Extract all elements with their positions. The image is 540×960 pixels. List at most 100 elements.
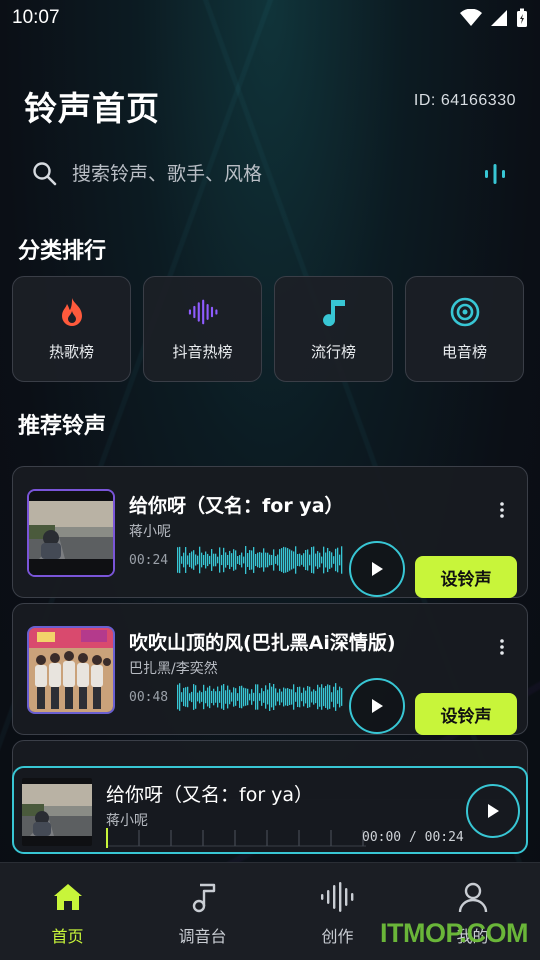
user-id: ID: 64166330 — [413, 92, 516, 109]
waveform-bar — [305, 690, 307, 704]
mini-player[interactable]: 给你呀（又名：for ya） 蒋小呢 00:00 / 00:24 — [12, 766, 528, 854]
signal-icon — [491, 10, 507, 26]
waveform-bar — [269, 554, 271, 566]
mini-play-button[interactable] — [466, 784, 520, 838]
waveform-bar — [321, 684, 323, 710]
waveform-bar — [233, 549, 235, 571]
waveform-bar — [203, 554, 205, 566]
waveform-bar — [285, 688, 287, 706]
waveform-bar — [261, 688, 263, 706]
waveform-bar — [233, 687, 235, 707]
set-ringtone-button[interactable]: 设铃声 — [415, 556, 517, 598]
waveform — [177, 683, 343, 711]
flame-icon — [57, 297, 87, 327]
waveform-bar — [251, 689, 253, 705]
waveform-bar — [195, 685, 197, 709]
waveform-bar — [323, 546, 325, 574]
waveform-bar — [315, 690, 317, 704]
progress-handle[interactable] — [106, 828, 108, 848]
song-cover — [27, 489, 115, 577]
waveform-bar — [311, 691, 313, 703]
set-ringtone-button[interactable]: 设铃声 — [415, 693, 517, 735]
waveform-bar — [341, 546, 343, 574]
nav-label: 调音台 — [178, 927, 227, 946]
waveform-bar — [229, 550, 231, 570]
music-note-icon — [185, 879, 221, 915]
waveform-bar — [247, 553, 249, 567]
page-title: 铃声首页 — [24, 89, 160, 128]
waveform-bar — [231, 692, 233, 702]
search-bar[interactable] — [18, 148, 522, 200]
waveform-bar — [303, 553, 305, 567]
waveform-bar — [219, 691, 221, 703]
category-douyin-hot[interactable]: 抖音热榜 — [143, 276, 262, 382]
waveform-bar — [189, 693, 191, 701]
waveform-bar — [325, 552, 327, 568]
search-input[interactable] — [72, 163, 452, 185]
song-duration: 00:24 — [129, 553, 169, 568]
category-label: 流行榜 — [310, 342, 356, 361]
song-card[interactable]: 吹吹山顶的风(巴扎黑Ai深情版) 巴扎黑/李奕然 00:48 设铃声 — [12, 603, 528, 735]
more-options-icon[interactable] — [499, 501, 505, 519]
waveform-bar — [315, 553, 317, 567]
waveform-bar — [325, 686, 327, 708]
waveform-bar — [271, 554, 273, 566]
category-pop[interactable]: 流行榜 — [274, 276, 393, 382]
waveform-bar — [277, 554, 279, 566]
waveform-bar — [211, 690, 213, 704]
nav-mixer[interactable]: 调音台 — [135, 863, 270, 960]
waveform-bar — [281, 548, 283, 572]
waveform-bar — [279, 688, 281, 706]
waveform-bar — [297, 553, 299, 567]
waveform-bar — [207, 687, 209, 707]
play-button[interactable] — [349, 678, 405, 734]
song-card[interactable]: 给你呀（又名：for ya） 蒋小呢 00:24 设铃声 — [12, 466, 528, 598]
waveform-bar — [225, 552, 227, 568]
waveform-bar — [305, 550, 307, 570]
song-artist: 巴扎黑/李奕然 — [129, 661, 218, 677]
waveform-bar — [187, 555, 189, 565]
waveform-bar — [283, 687, 285, 707]
waveform-bar — [333, 556, 335, 564]
waveform-bar — [203, 684, 205, 710]
waveform-bar — [259, 693, 261, 701]
voice-search-icon[interactable] — [482, 161, 508, 187]
user-icon — [455, 879, 491, 915]
waveform-bar — [245, 546, 247, 574]
waveform-bar — [249, 550, 251, 570]
waveform-bar — [229, 689, 231, 705]
waveform-bar — [339, 554, 341, 566]
waveform-bar — [245, 688, 247, 706]
waveform-bar — [299, 686, 301, 708]
play-button[interactable] — [349, 541, 405, 597]
waveform-bar — [217, 686, 219, 708]
more-options-icon[interactable] — [499, 638, 505, 656]
waveform-bar — [291, 689, 293, 705]
waveform-bar — [275, 556, 277, 564]
status-icons — [460, 8, 528, 28]
category-electronic[interactable]: 电音榜 — [405, 276, 524, 382]
waveform-bar — [215, 553, 217, 567]
soundwave-icon — [188, 297, 218, 327]
waveform-bar — [277, 692, 279, 702]
status-bar: 10:07 — [0, 0, 540, 36]
waveform-bar — [327, 547, 329, 573]
waveform-bar — [263, 548, 265, 572]
waveform-bar — [183, 687, 185, 707]
waveform-bar — [223, 547, 225, 573]
music-note-icon — [319, 297, 349, 327]
song-title: 吹吹山顶的风(巴扎黑Ai深情版) — [129, 632, 396, 654]
waveform-bar — [235, 688, 237, 706]
progress-bar[interactable] — [106, 826, 366, 848]
nav-home[interactable]: 首页 — [0, 863, 135, 960]
waveform-bar — [219, 547, 221, 573]
waveform-bar — [331, 692, 333, 702]
waveform-bar — [177, 547, 179, 573]
waveform-bar — [267, 689, 269, 705]
song-cover — [27, 626, 115, 714]
category-hot-songs[interactable]: 热歌榜 — [12, 276, 131, 382]
song-title: 给你呀（又名：for ya） — [129, 495, 344, 517]
waveform-bar — [253, 692, 255, 702]
categories-title: 分类排行 — [18, 239, 107, 264]
waveform-bar — [197, 692, 199, 702]
